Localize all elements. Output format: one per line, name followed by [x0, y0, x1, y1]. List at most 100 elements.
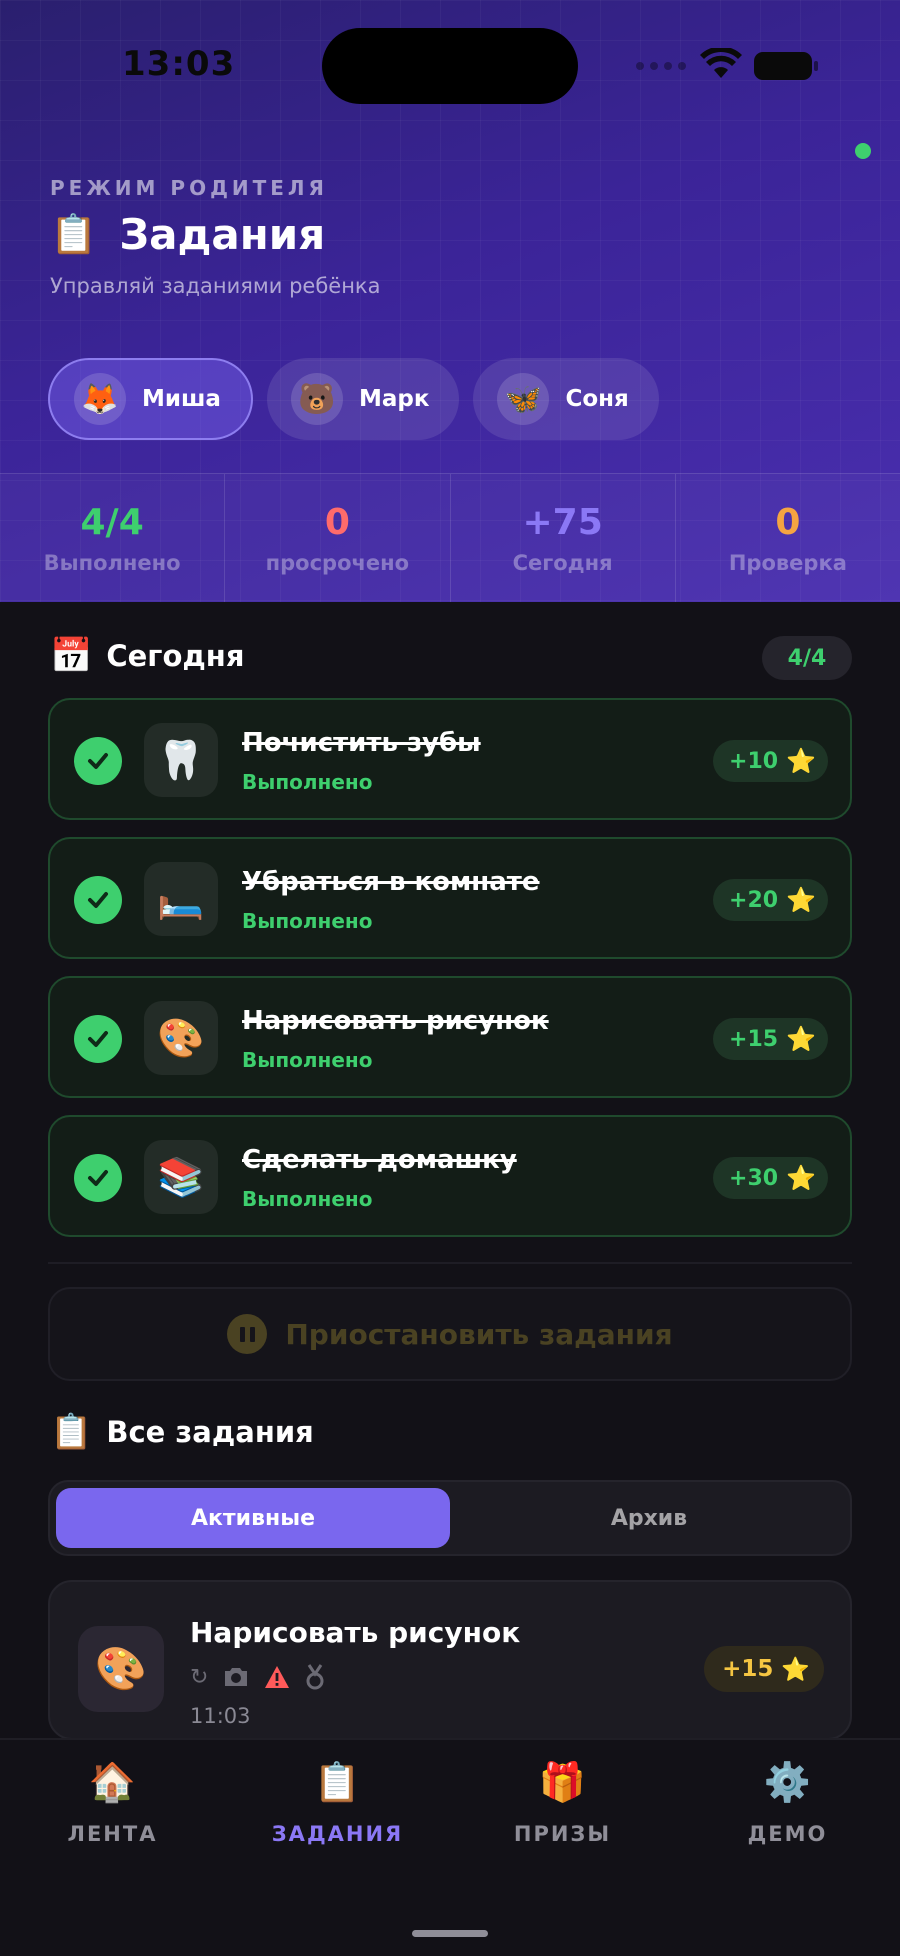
- bed-icon: 🛏️: [144, 862, 218, 936]
- nav-label: ДЕМО: [747, 1822, 828, 1846]
- stat-value: 0: [775, 501, 801, 543]
- checkmark-icon: [74, 876, 122, 924]
- nav-label: ЗАДАНИЯ: [271, 1822, 404, 1846]
- pause-icon: [227, 1314, 268, 1354]
- kid-chip-mark[interactable]: 🐻 Марк: [266, 358, 460, 440]
- page-title-row: 📋 Задания: [50, 210, 325, 259]
- clipboard-icon: 📋: [50, 212, 98, 256]
- stat-label: просрочено: [265, 550, 410, 575]
- stat-review: 0 Проверка: [676, 474, 900, 602]
- bottom-navigation: 🏠 ЛЕНТА 📋 ЗАДАНИЯ 🎁 ПРИЗЫ ⚙️ ДЕМО: [0, 1738, 900, 1956]
- task-name: Почистить зубы: [242, 728, 481, 758]
- task-reward: +15 ⭐: [704, 1646, 824, 1692]
- task-reward: +10 ⭐: [713, 740, 828, 782]
- tooth-icon: 🦷: [144, 723, 218, 797]
- star-icon: ⭐: [786, 747, 816, 775]
- nav-label: ПРИЗЫ: [513, 1822, 612, 1846]
- pause-button-label: Приостановить задания: [285, 1317, 673, 1351]
- checkmark-icon: [74, 1154, 122, 1202]
- task-reward: +30 ⭐: [713, 1157, 828, 1199]
- repeat-icon: ↻: [190, 1664, 209, 1690]
- reward-points: +15: [729, 1026, 779, 1052]
- task-time: 11:03: [190, 1704, 251, 1728]
- books-icon: 📚: [144, 1140, 218, 1214]
- today-task-card[interactable]: 🎨 Нарисовать рисунок Выполнено +15 ⭐: [48, 976, 852, 1098]
- home-indicator[interactable]: [412, 1930, 488, 1937]
- today-task-card[interactable]: 📚 Сделать домашку Выполнено +30 ⭐: [48, 1115, 852, 1237]
- tab-archive[interactable]: Архив: [454, 1488, 844, 1548]
- page-title: Задания: [119, 210, 326, 259]
- status-clock: 13:03: [122, 44, 236, 84]
- nav-item-prizes[interactable]: 🎁 ПРИЗЫ: [450, 1760, 675, 1846]
- task-status: Выполнено: [242, 1187, 373, 1211]
- nav-label: ЛЕНТА: [67, 1822, 158, 1846]
- task-filter-tabs: Активные Архив: [48, 1480, 852, 1556]
- kid-chip-misha[interactable]: 🦊 Миша: [48, 358, 253, 440]
- kid-name: Миша: [142, 386, 221, 412]
- mode-label: РЕЖИМ РОДИТЕЛЯ: [50, 176, 328, 200]
- butterfly-avatar-icon: 🦋: [497, 373, 550, 425]
- stat-label: Проверка: [728, 550, 847, 575]
- task-reward: +20 ⭐: [713, 879, 828, 921]
- wifi-icon: [700, 48, 742, 78]
- calendar-icon: 📅: [50, 636, 93, 676]
- reward-points: +30: [729, 1165, 779, 1191]
- divider: [48, 1262, 852, 1264]
- nav-item-demo[interactable]: ⚙️ ДЕМО: [675, 1760, 900, 1846]
- palette-icon: 🎨: [78, 1626, 164, 1712]
- clipboard-icon: 📋: [50, 1412, 93, 1452]
- task-name: Нарисовать рисунок: [190, 1616, 521, 1649]
- kid-selector: 🦊 Миша 🐻 Марк 🦋 Соня: [48, 358, 659, 440]
- today-section-title: 📅 Сегодня: [50, 636, 244, 676]
- task-status: Выполнено: [242, 909, 373, 933]
- nav-item-tasks[interactable]: 📋 ЗАДАНИЯ: [225, 1760, 450, 1846]
- stat-completed: 4/4 Выполнено: [0, 474, 226, 602]
- stats-bar: 4/4 Выполнено 0 просрочено +75 Сегодня 0…: [0, 473, 900, 602]
- stat-label: Выполнено: [43, 550, 181, 575]
- all-tasks-section-title: 📋 Все задания: [50, 1412, 314, 1452]
- stat-overdue: 0 просрочено: [225, 474, 451, 602]
- fox-avatar-icon: 🦊: [74, 373, 126, 425]
- reward-points: +10: [729, 748, 779, 774]
- gear-icon: ⚙️: [763, 1760, 812, 1804]
- kid-name: Марк: [358, 386, 430, 412]
- kid-chip-sonya[interactable]: 🦋 Соня: [473, 358, 659, 440]
- task-name: Нарисовать рисунок: [242, 1006, 549, 1036]
- reward-points: +20: [729, 887, 779, 913]
- nav-item-feed[interactable]: 🏠 ЛЕНТА: [0, 1760, 225, 1846]
- star-icon: ⭐: [781, 1656, 810, 1683]
- status-bar: 13:03: [0, 0, 900, 120]
- task-meta-icons: ↻: [190, 1664, 326, 1690]
- pause-tasks-button[interactable]: Приостановить задания: [48, 1287, 852, 1381]
- task-status: Выполнено: [242, 770, 373, 794]
- checkmark-icon: [74, 1015, 122, 1063]
- battery-icon: [754, 52, 818, 80]
- task-list-item[interactable]: 🎨 Нарисовать рисунок ↻ 11:03 +15 ⭐: [48, 1580, 852, 1740]
- house-icon: 🏠: [88, 1760, 137, 1804]
- reward-points: +15: [722, 1656, 774, 1682]
- star-icon: ⭐: [786, 1164, 816, 1192]
- today-task-card[interactable]: 🦷 Почистить зубы Выполнено +10 ⭐: [48, 698, 852, 820]
- gift-icon: 🎁: [538, 1760, 587, 1804]
- tab-active[interactable]: Активные: [56, 1488, 450, 1548]
- palette-icon: 🎨: [144, 1001, 218, 1075]
- stat-value: 0: [324, 501, 350, 543]
- stat-value: +75: [522, 501, 603, 543]
- task-reward: +15 ⭐: [713, 1018, 828, 1060]
- task-name: Сделать домашку: [242, 1145, 517, 1175]
- star-icon: ⭐: [786, 1025, 816, 1053]
- checkmark-icon: [74, 737, 122, 785]
- today-task-card[interactable]: 🛏️ Убраться в комнате Выполнено +20 ⭐: [48, 837, 852, 959]
- section-title: Все задания: [106, 1415, 314, 1449]
- parent-header: 13:03 РЕЖИМ РОДИТЕЛЯ 📋 Задания Управляй …: [0, 0, 900, 602]
- online-status-dot: [855, 143, 871, 159]
- medal-icon: [306, 1664, 324, 1690]
- camera-icon: [225, 1668, 248, 1686]
- task-status: Выполнено: [242, 1048, 373, 1072]
- today-progress-badge: 4/4: [762, 636, 852, 680]
- section-title: Сегодня: [106, 639, 245, 673]
- clipboard-icon: 📋: [313, 1760, 362, 1804]
- task-name: Убраться в комнате: [242, 867, 540, 897]
- warning-icon: [265, 1666, 290, 1688]
- kid-name: Соня: [565, 386, 629, 412]
